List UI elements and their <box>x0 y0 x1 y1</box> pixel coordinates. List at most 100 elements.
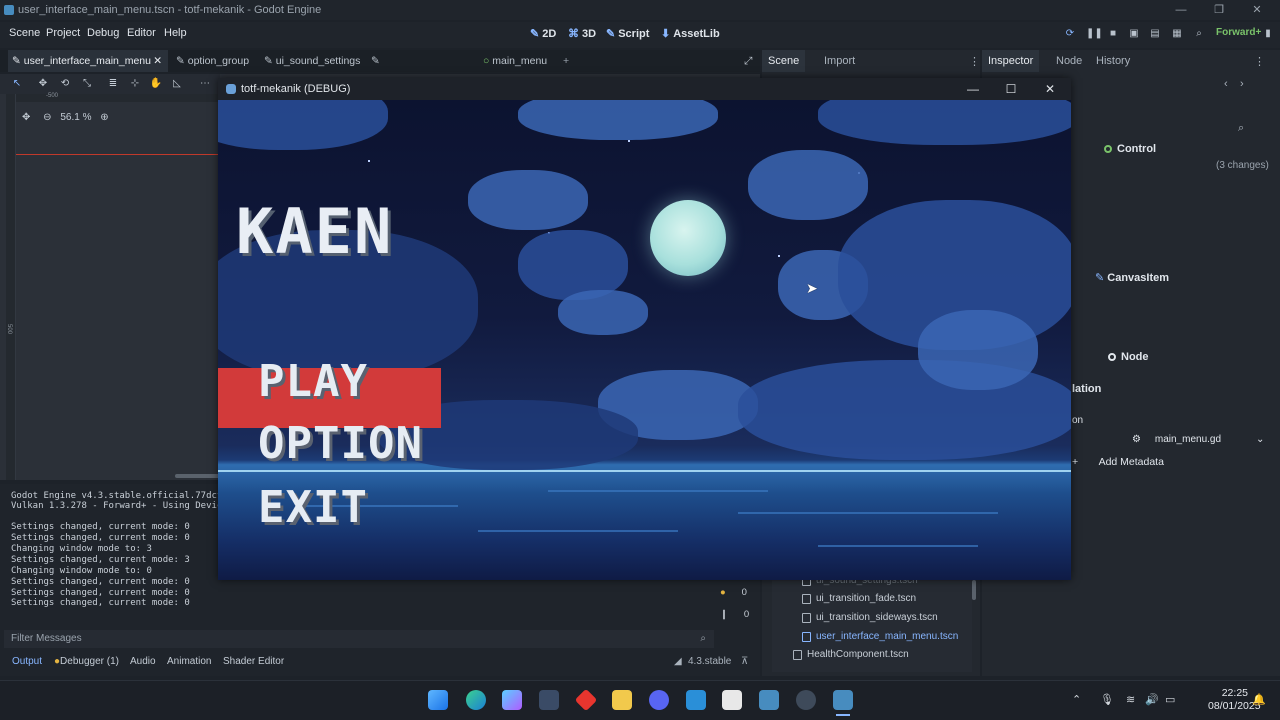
menu-exit-button[interactable]: EXIT <box>258 482 368 533</box>
filter-search-icon[interactable]: ⌕ <box>1238 122 1244 135</box>
pivot-tool-icon[interactable]: ⊹ <box>128 77 142 91</box>
tab-animation[interactable]: Animation <box>167 656 211 667</box>
game-minimize-button[interactable]: — <box>953 78 993 100</box>
menu-editor[interactable]: Editor <box>127 27 156 39</box>
inspector-section-node[interactable]: Node <box>1108 351 1149 363</box>
windows-start-icon[interactable] <box>428 690 448 710</box>
dock-menu-icon[interactable]: ⋮ <box>1254 55 1265 68</box>
discord-icon[interactable] <box>649 690 669 710</box>
zoom-level[interactable]: 56.1 % <box>60 112 91 123</box>
inspector-section-control[interactable]: Control <box>1104 143 1156 155</box>
menu-project[interactable]: Project <box>46 27 80 39</box>
taskbar-clock[interactable]: 22:25 08/01/2025 <box>1208 687 1261 713</box>
workspace-script-button[interactable]: ✎ Script <box>606 27 649 40</box>
list-tool-icon[interactable]: ≣ <box>106 77 120 91</box>
file-item[interactable]: HealthComponent.tscn <box>793 649 909 660</box>
tab-audio[interactable]: Audio <box>130 656 156 667</box>
tab-import[interactable]: Import <box>818 50 861 72</box>
chevron-down-icon[interactable]: ⌄ <box>1256 434 1264 445</box>
tab-shader-editor[interactable]: Shader Editor <box>223 656 284 667</box>
file-item[interactable]: ui_transition_sideways.tscn <box>802 612 938 623</box>
message-filter[interactable]: ❙ 0 <box>720 609 749 620</box>
tab-inspector[interactable]: Inspector <box>982 50 1040 72</box>
more-icon[interactable]: ▮ <box>1262 28 1274 40</box>
tab-scene[interactable]: Scene <box>762 50 806 72</box>
run-scene-icon[interactable]: ▦ <box>1171 28 1183 40</box>
menu-scene[interactable]: Scene <box>9 27 40 39</box>
tab-debugger[interactable]: ●Debugger (1) <box>54 656 119 667</box>
gear-icon: ⚙ <box>1132 434 1141 445</box>
minimize-button[interactable]: — <box>1164 0 1198 20</box>
file-item-selected[interactable]: user_interface_main_menu.tscn <box>802 631 958 642</box>
pencil-icon: ✎ <box>264 55 273 67</box>
notepad-icon[interactable] <box>722 690 742 710</box>
workspace-3d-button[interactable]: ⌘ 3D <box>568 27 596 40</box>
tab-main-menu[interactable]: ○ main_menu <box>479 50 553 72</box>
wifi-icon[interactable]: ≋ <box>1126 693 1135 706</box>
scale-tool-icon[interactable]: ⤡ <box>80 77 94 91</box>
add-metadata-button[interactable]: + Add Metadata <box>1072 456 1164 468</box>
file-item[interactable]: ui_transition_fade.tscn <box>802 593 916 604</box>
tray-overflow-icon[interactable]: ⌃ <box>1072 693 1081 706</box>
battery-icon[interactable]: ▭ <box>1165 693 1175 706</box>
close-tab-icon[interactable]: ✕ <box>153 50 162 72</box>
horizontal-scrollbar[interactable] <box>175 474 220 478</box>
move-tool-icon[interactable]: ✥ <box>36 77 50 91</box>
workspace-assetlib-button[interactable]: ⬇ AssetLib <box>661 27 720 40</box>
menu-help[interactable]: Help <box>164 27 187 39</box>
script-field[interactable]: ⚙ main_menu.gd ⌄ <box>1132 434 1264 445</box>
inspector-section-canvasitem[interactable]: ✎ CanvasItem <box>1095 271 1169 284</box>
godot-game-icon[interactable] <box>833 690 853 710</box>
remote-debug-icon[interactable]: ▣ <box>1128 28 1140 40</box>
more-tools-icon[interactable]: ⋯ <box>198 77 212 91</box>
volume-icon[interactable]: 🔊 <box>1145 693 1159 706</box>
filesystem-scrollbar[interactable] <box>972 580 976 600</box>
tab-history[interactable]: History <box>1090 50 1136 72</box>
edge-browser-icon[interactable] <box>466 690 486 710</box>
maximize-button[interactable]: ❐ <box>1202 0 1236 20</box>
search-icon[interactable]: ⌕ <box>1193 28 1205 40</box>
tab-node[interactable]: Node <box>1050 50 1088 72</box>
tab-ui-display-settings[interactable]: ✎ ui_display_settings <box>367 50 471 89</box>
movie-maker-icon[interactable]: ▤ <box>1149 28 1161 40</box>
vscode-icon[interactable] <box>686 690 706 710</box>
tab-output[interactable]: Output <box>12 656 42 667</box>
file-explorer-icon[interactable] <box>612 690 632 710</box>
game-close-button[interactable]: ✕ <box>1030 78 1070 100</box>
tab-user-interface-main-menu[interactable]: ✎ user_interface_main_menu ✕ <box>8 50 168 72</box>
close-button[interactable]: ✕ <box>1240 0 1274 20</box>
tab-label: Debugger (1) <box>60 656 119 667</box>
tab-option-group[interactable]: ✎ option_group <box>172 50 258 72</box>
distraction-free-icon[interactable]: ⤢ <box>740 50 756 72</box>
workspace-2d-button[interactable]: ✎ 2D <box>530 27 556 40</box>
stop-icon[interactable]: ■ <box>1107 28 1119 40</box>
pan-tool-icon[interactable]: ✋ <box>149 77 163 91</box>
copilot-icon[interactable] <box>502 690 522 710</box>
pin-panel-icon[interactable]: ⊼ <box>741 656 748 667</box>
github-icon[interactable] <box>796 690 816 710</box>
game-maximize-button[interactable]: ☐ <box>991 78 1031 100</box>
nav-forward-icon[interactable]: › <box>1240 78 1244 90</box>
center-view-icon[interactable]: ✥ <box>22 112 30 123</box>
zoom-in-icon[interactable]: ⊕ <box>100 112 108 123</box>
menu-debug[interactable]: Debug <box>87 27 119 39</box>
error-filter[interactable]: ● 0 <box>720 587 747 598</box>
menu-option-button[interactable]: OPTION <box>258 418 423 469</box>
godot-icon[interactable] <box>759 690 779 710</box>
microphone-icon[interactable]: 🎙 <box>1100 693 1114 706</box>
select-tool-icon[interactable]: ↖ <box>10 77 24 91</box>
store-icon[interactable] <box>539 690 559 710</box>
add-tab-button[interactable]: + <box>559 50 575 72</box>
filter-messages-input[interactable]: Filter Messages ⌕ <box>4 630 714 648</box>
reload-icon[interactable]: ⟳ <box>1064 28 1076 40</box>
notification-bell-icon[interactable]: 🔔 <box>1252 693 1266 706</box>
renderer-selector[interactable]: Forward+ <box>1216 27 1261 38</box>
pause-icon[interactable]: ❚❚ <box>1086 28 1103 40</box>
menu-play-button[interactable]: PLAY <box>258 356 368 407</box>
tab-ui-sound-settings[interactable]: ✎ ui_sound_settings <box>260 50 364 72</box>
ruler-tool-icon[interactable]: ◺ <box>170 77 184 91</box>
zoom-out-icon[interactable]: ⊖ <box>43 112 51 123</box>
nav-back-icon[interactable]: ‹ <box>1224 78 1228 90</box>
dock-menu-icon[interactable]: ⋮ <box>969 55 980 68</box>
rotate-tool-icon[interactable]: ⟲ <box>58 77 72 91</box>
